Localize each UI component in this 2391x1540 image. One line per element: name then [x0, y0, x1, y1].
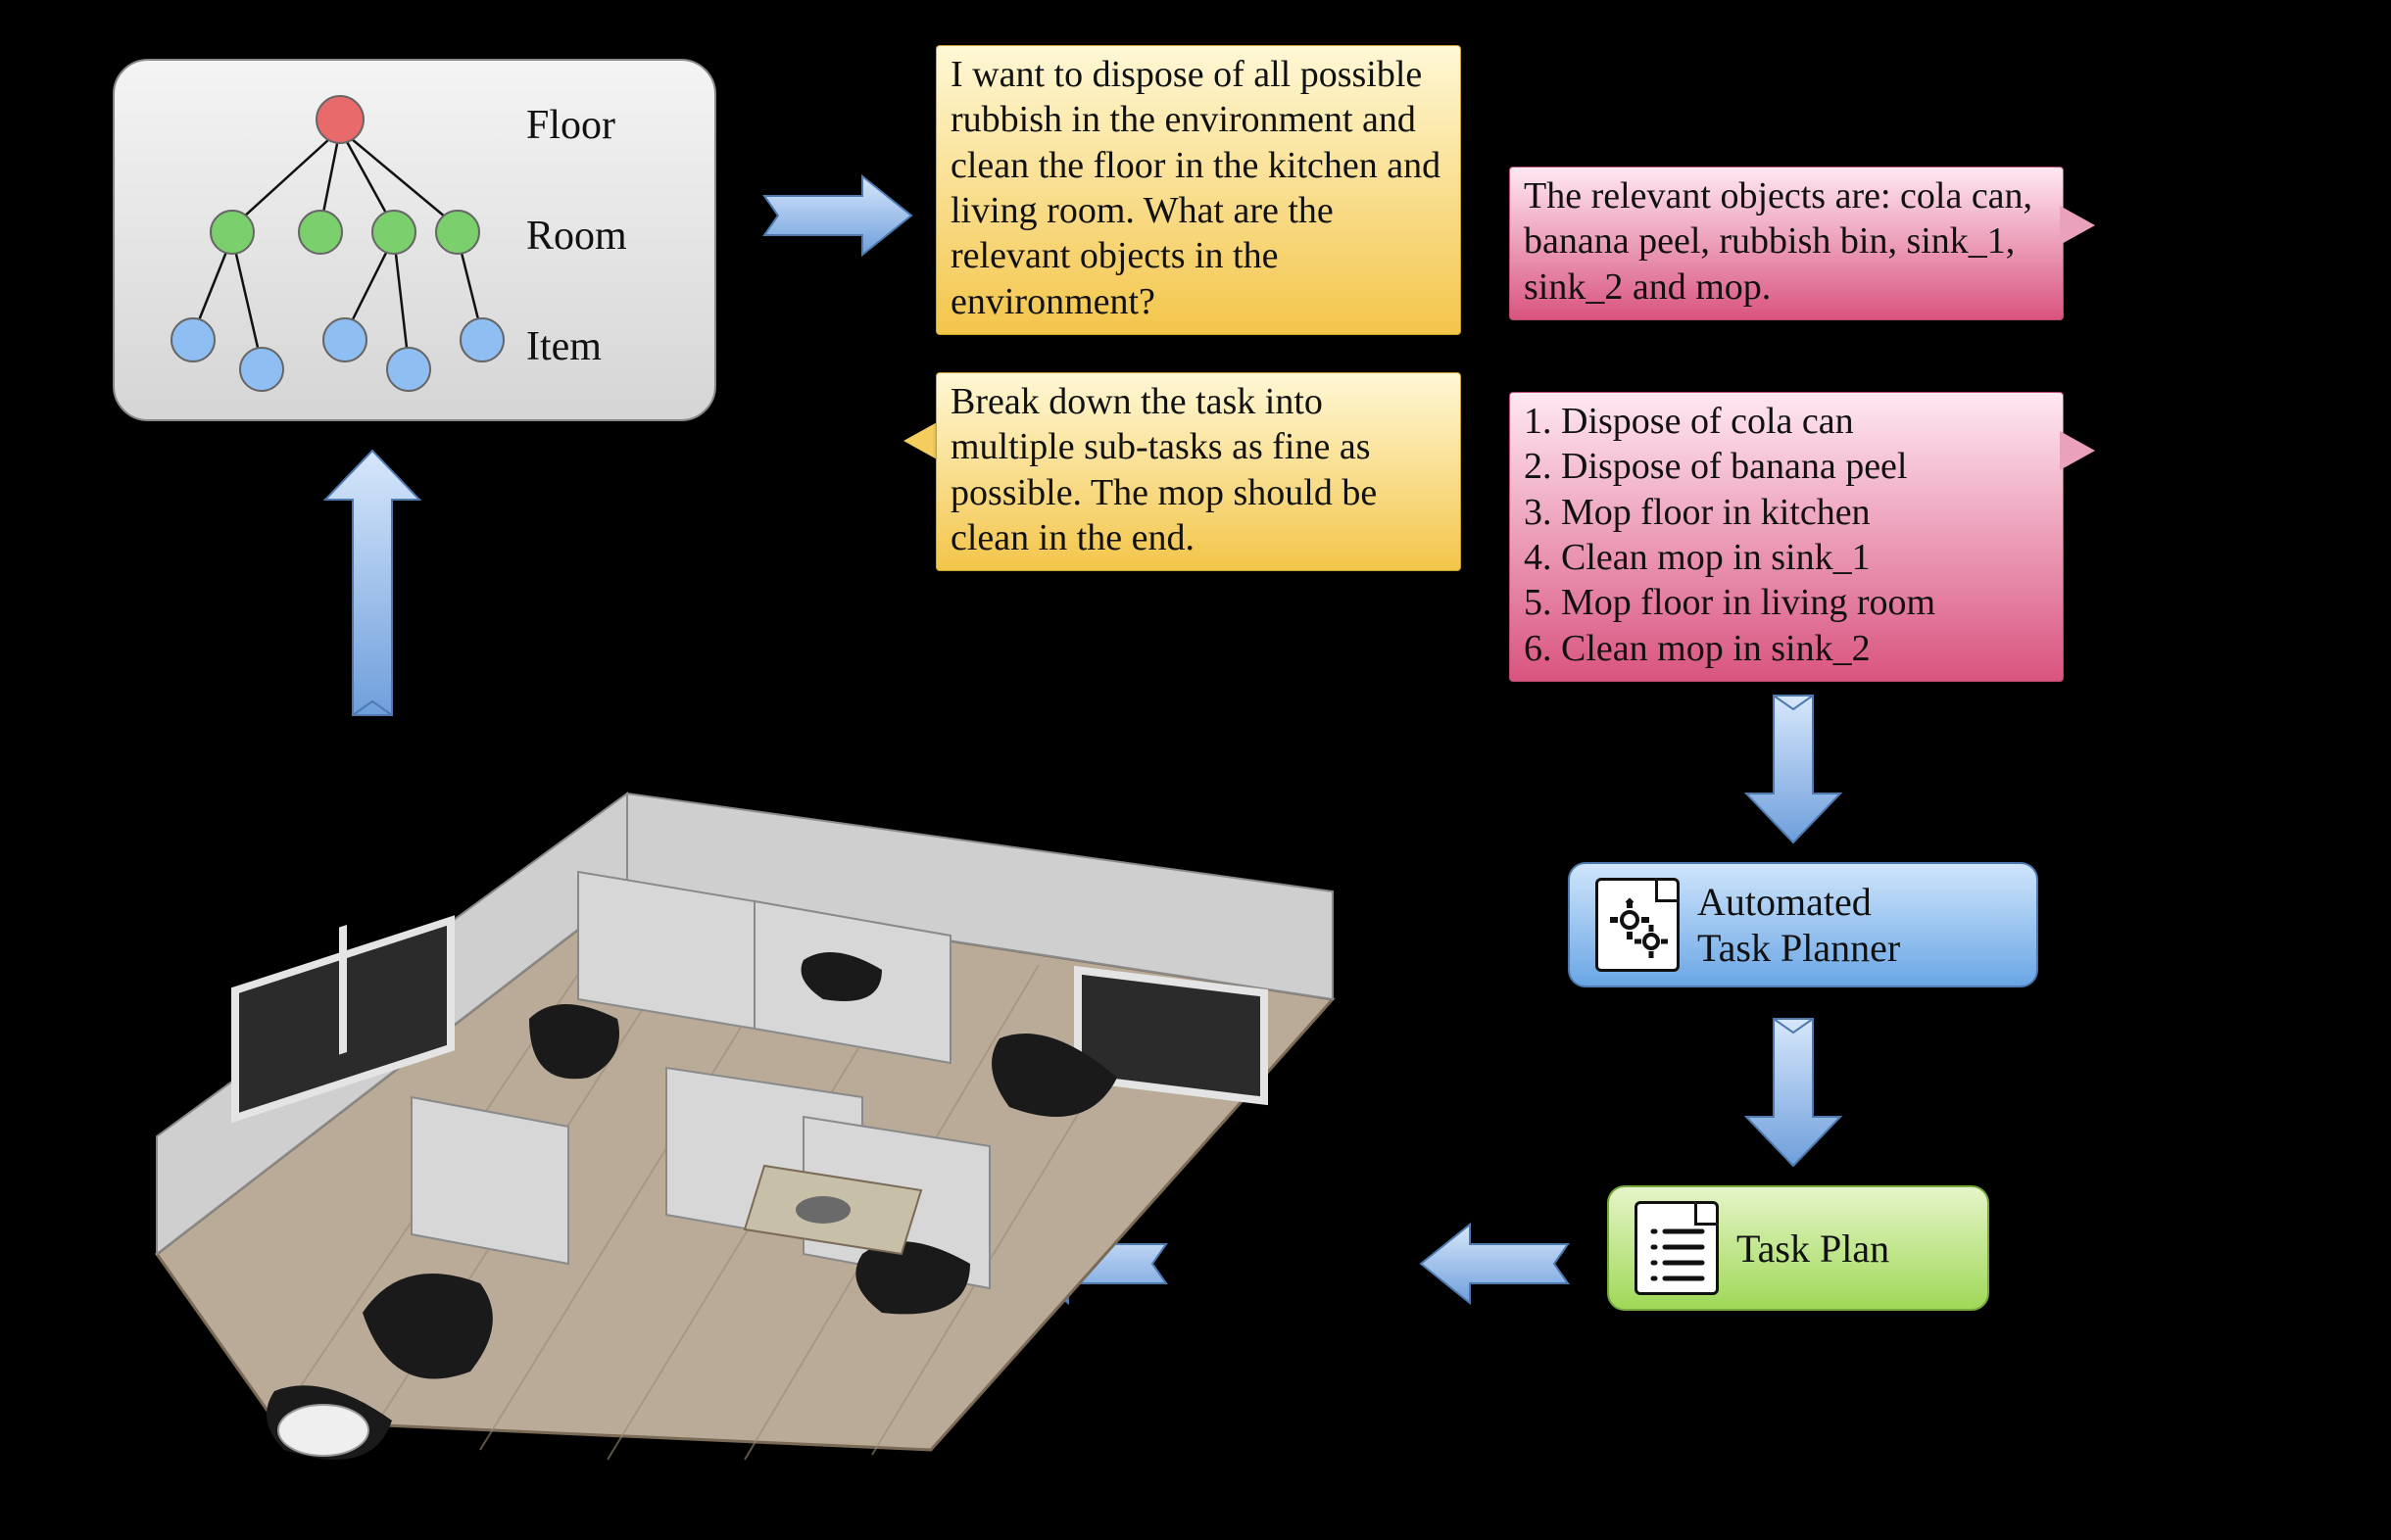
- hierarchy-tree-svg: [115, 61, 718, 423]
- tail-subtasks: [2060, 431, 2095, 470]
- gears-icon: [1595, 878, 1680, 972]
- environment-3d-scene: [118, 705, 1362, 1509]
- bubble-response-subtasks: 1. Dispose of cola can 2. Dispose of ban…: [1509, 392, 2064, 682]
- bubble-user-breakdown: Break down the task into multiple sub-ta…: [936, 372, 1461, 571]
- tree-label-floor: Floor: [526, 102, 615, 149]
- arrow-taskplan-to-scene-1: [1401, 1215, 1578, 1313]
- tail-objects: [2060, 206, 2095, 245]
- bubble-response-objects: The relevant objects are: cola can, bana…: [1509, 167, 2064, 320]
- hierarchy-tree-card: Floor Room Item: [113, 59, 716, 421]
- subtask-4: 4. Clean mop in sink_1: [1524, 535, 2049, 580]
- arrow-subtasks-to-planner: [1734, 686, 1852, 852]
- subtask-2: 2. Dispose of banana peel: [1524, 444, 2049, 489]
- bubble-user-query: I want to dispose of all possible rubbis…: [936, 45, 1461, 335]
- bubble-response-objects-text: The relevant objects are: cola can, bana…: [1524, 175, 2032, 308]
- subtask-6: 6. Clean mop in sink_2: [1524, 626, 2049, 671]
- arrow-tree-to-query: [755, 167, 919, 265]
- module-task-plan: Task Plan: [1607, 1185, 1989, 1311]
- subtask-5: 5. Mop floor in living room: [1524, 580, 2049, 625]
- module-taskplan-label: Task Plan: [1736, 1226, 1889, 1272]
- arrow-planner-to-taskplan: [1734, 1009, 1852, 1176]
- tail-breakdown: [903, 421, 939, 460]
- subtask-1: 1. Dispose of cola can: [1524, 399, 2049, 444]
- tree-label-item: Item: [526, 323, 602, 370]
- tree-label-room: Room: [526, 213, 627, 260]
- module-planner-label: Automated Task Planner: [1697, 879, 1900, 971]
- module-automated-task-planner: Automated Task Planner: [1568, 862, 2038, 987]
- arrow-scene-to-tree: [314, 441, 431, 725]
- list-document-icon: [1635, 1201, 1719, 1295]
- subtask-3: 3. Mop floor in kitchen: [1524, 490, 2049, 535]
- bubble-user-query-text: I want to dispose of all possible rubbis…: [951, 54, 1440, 322]
- bubble-user-breakdown-text: Break down the task into multiple sub-ta…: [951, 381, 1377, 558]
